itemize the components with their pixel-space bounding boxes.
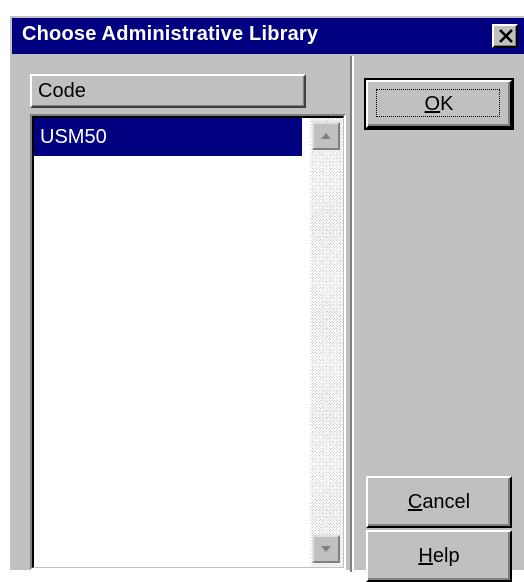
ok-button[interactable]: OK [364,78,514,130]
close-button[interactable] [492,24,518,48]
scroll-down-arrow-icon [321,546,331,552]
close-icon [499,29,513,43]
code-column-header[interactable]: Code [30,74,306,108]
focus-rect [376,89,500,117]
cancel-button-label: Cancel [407,491,471,513]
library-list[interactable]: USM50 [30,114,346,570]
scroll-up-button[interactable] [312,122,340,150]
help-button[interactable]: Help [366,530,512,582]
cancel-button[interactable]: Cancel [366,476,512,528]
scroll-up-arrow-icon [321,133,331,139]
library-list-body: USM50 [32,116,344,568]
list-item[interactable]: USM50 [34,118,302,156]
help-button-label: Help [418,545,460,567]
scroll-down-button[interactable] [312,535,340,563]
vertical-scrollbar[interactable] [310,118,343,567]
separator [350,56,354,572]
title-bar: Choose Administrative Library [12,18,524,54]
dialog-title: Choose Administrative Library [22,23,319,45]
choose-library-dialog: Choose Administrative Library Code USM50 [8,14,524,582]
